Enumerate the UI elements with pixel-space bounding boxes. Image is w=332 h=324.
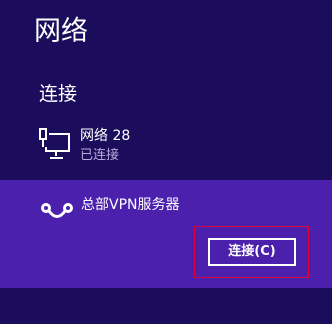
connections-heading: 连接 [39,83,78,105]
vpn-item[interactable]: 总部VPN服务器 连接(C) [0,180,332,288]
wired-network-name: 网络 28 [80,128,131,144]
connect-button[interactable]: 连接(C) [208,238,296,266]
wired-network-status: 已连接 [80,148,120,163]
wired-network-icon [39,128,70,159]
vpn-name: 总部VPN服务器 [81,197,180,213]
panel-title: 网络 [34,16,88,47]
vpn-icon [41,203,73,218]
wired-network-item[interactable]: 网络 28 已连接 [0,118,332,174]
